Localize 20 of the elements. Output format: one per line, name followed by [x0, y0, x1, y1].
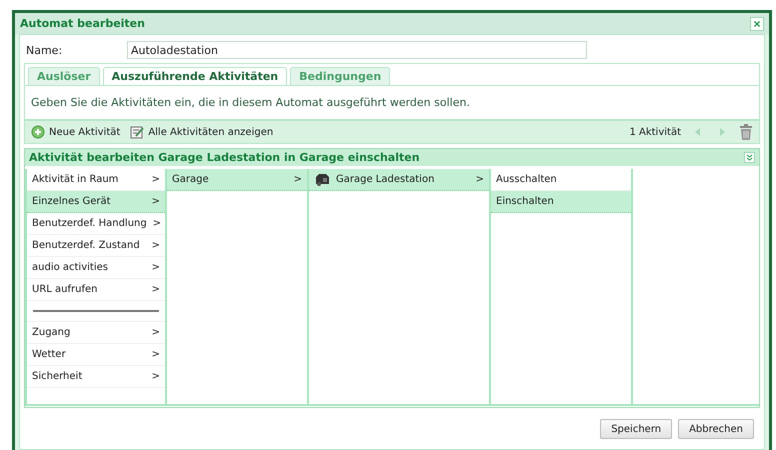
- menu-item[interactable]: Garage Ladestation >: [309, 169, 489, 191]
- menu-item[interactable]: Garage >: [167, 169, 307, 191]
- menu-item[interactable]: Einschalten: [491, 191, 631, 213]
- show-all-button[interactable]: Alle Aktivitäten anzeigen: [130, 125, 274, 139]
- menu-item[interactable]: Einzelnes Gerät >: [27, 191, 165, 213]
- window-title: Automat bearbeiten: [20, 17, 145, 30]
- edit-list-icon: [130, 125, 144, 139]
- name-label: Name:: [25, 44, 64, 56]
- activity-count: 1 Aktivität: [629, 126, 681, 138]
- device-icon: [314, 173, 330, 186]
- tab[interactable]: Auszuführende Aktivitäten: [102, 67, 288, 85]
- close-button[interactable]: ×: [750, 16, 764, 30]
- plus-icon: [31, 125, 45, 139]
- dialog-button[interactable]: Abbrechen: [678, 419, 754, 439]
- new-activity-button[interactable]: Neue Aktivität: [31, 125, 120, 139]
- name-field[interactable]: Autoladestation: [127, 41, 587, 59]
- dialog-button[interactable]: Speichern: [600, 419, 672, 439]
- panel-title: Aktivität bearbeiten Garage Ladestation in Garage einschalten: [29, 151, 420, 164]
- collapse-icon: [744, 152, 755, 163]
- trash-icon: [739, 124, 753, 140]
